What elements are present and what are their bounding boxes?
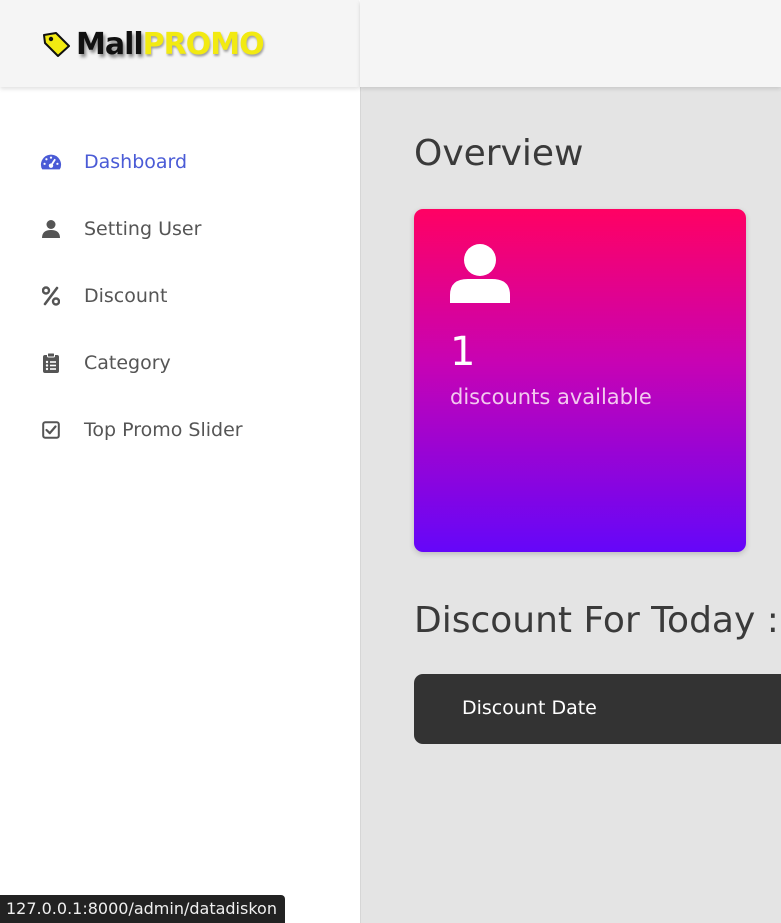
sidebar: Mall PROMO Dashboard Setting User Discou… (0, 0, 361, 923)
price-tag-icon (43, 32, 70, 57)
discount-summary-card: 1 discounts available (414, 209, 746, 552)
user-icon (450, 243, 510, 307)
sidebar-item-label: Dashboard (84, 151, 188, 173)
column-header-discount-date: Discount Date (462, 697, 597, 719)
clipboard-list-icon (40, 352, 62, 374)
logo[interactable]: Mall PROMO (42, 24, 265, 64)
check-square-icon (40, 419, 62, 441)
sidebar-item-label: Top Promo Slider (84, 419, 243, 441)
sidebar-item-top-promo-slider[interactable]: Top Promo Slider (40, 408, 243, 452)
status-bar-url: 127.0.0.1:8000/admin/datadiskon (0, 895, 285, 923)
sidebar-item-label: Discount (84, 285, 168, 307)
sidebar-item-setting-user[interactable]: Setting User (40, 207, 243, 251)
sidebar-item-label: Setting User (84, 218, 202, 240)
discount-count: 1 (450, 329, 476, 375)
percent-icon (40, 285, 62, 307)
logo-area: Mall PROMO (0, 0, 359, 87)
page-title: Overview (414, 133, 584, 174)
dashboard-icon (40, 151, 62, 173)
user-icon (40, 218, 62, 240)
sidebar-item-discount[interactable]: Discount (40, 274, 243, 318)
sidebar-nav: Dashboard Setting User Discount Category… (40, 140, 243, 475)
sidebar-item-dashboard[interactable]: Dashboard (40, 140, 243, 184)
section-title: Discount For Today : (414, 600, 779, 641)
sidebar-item-label: Category (84, 352, 171, 374)
main-content: Overview 1 discounts available Discount … (360, 87, 781, 923)
discount-count-label: discounts available (450, 385, 652, 409)
top-bar (360, 0, 781, 87)
logo-text-promo: PROMO (142, 26, 265, 62)
sidebar-item-category[interactable]: Category (40, 341, 243, 385)
discount-table-header: Discount Date (414, 674, 781, 744)
logo-text-mall: Mall (76, 26, 144, 62)
